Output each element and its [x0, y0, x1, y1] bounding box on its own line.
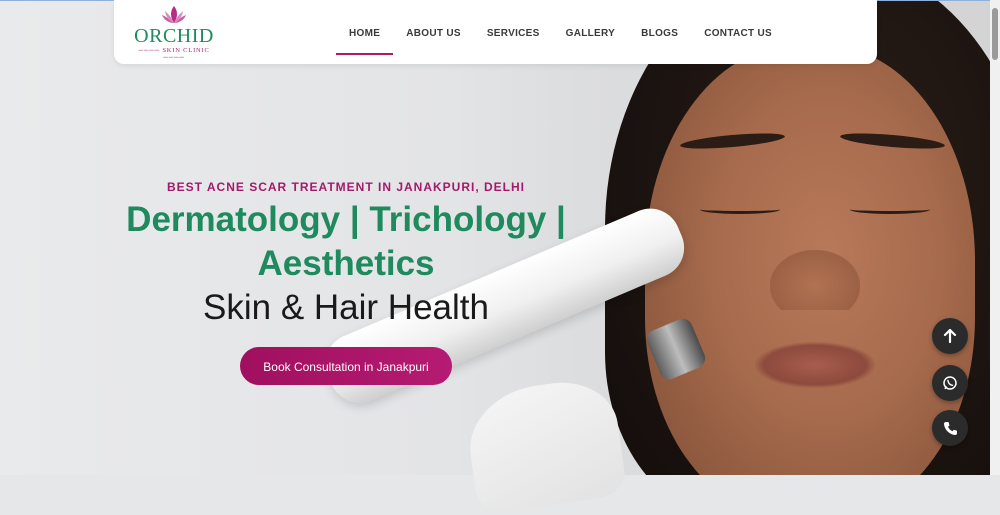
arrow-up-icon [943, 329, 957, 343]
nav-services[interactable]: SERVICES [474, 0, 553, 64]
nav-home[interactable]: HOME [336, 0, 394, 64]
page-scrollbar[interactable] [990, 0, 1000, 475]
whatsapp-button[interactable] [932, 365, 968, 401]
site-logo[interactable]: ORCHID ──── SKIN CLINIC ──── [132, 4, 216, 62]
scrollbar-thumb[interactable] [992, 8, 998, 60]
nav-contact-us[interactable]: CONTACT US [691, 0, 785, 64]
logo-wordmark: ORCHID [134, 25, 214, 47]
nav-gallery[interactable]: GALLERY [553, 0, 629, 64]
nav-blogs[interactable]: BLOGS [628, 0, 691, 64]
hero-subline: Skin & Hair Health [203, 288, 489, 327]
logo-tagline: ──── SKIN CLINIC ──── [138, 47, 210, 61]
main-nav: HOME ABOUT US SERVICES GALLERY BLOGS CON… [336, 0, 785, 64]
nav-about-us[interactable]: ABOUT US [393, 0, 474, 64]
whatsapp-icon [943, 376, 957, 390]
hero-headline: Dermatology | Trichology | Aesthetics [126, 200, 566, 283]
hero-eyebrow: BEST ACNE SCAR TREATMENT IN JANAKPURI, D… [166, 180, 525, 194]
lotus-icon [162, 6, 186, 23]
book-consultation-button[interactable]: Book Consultation in Janakpuri [240, 347, 452, 385]
phone-icon [943, 421, 957, 435]
navbar: ORCHID ──── SKIN CLINIC ──── HOME ABOUT … [114, 0, 877, 64]
call-button[interactable] [932, 410, 968, 446]
scroll-to-top-button[interactable] [932, 318, 968, 354]
